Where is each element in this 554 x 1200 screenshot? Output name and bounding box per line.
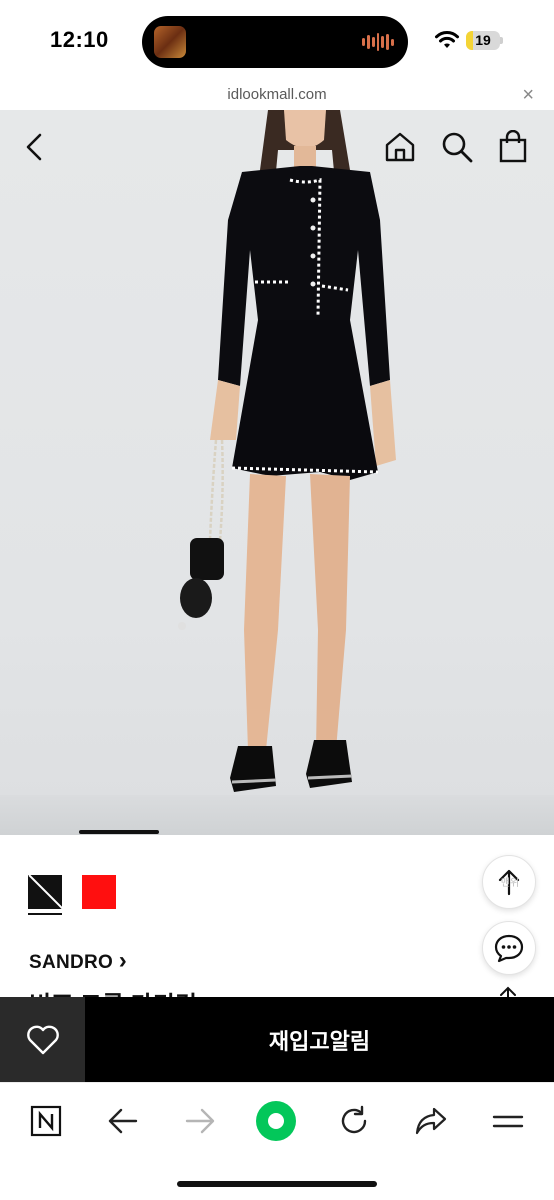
share-button[interactable] [409,1099,453,1143]
heart-icon [26,1025,59,1054]
status-bar: 12:10 19 [0,0,554,82]
naver-home-button[interactable] [254,1099,298,1143]
naver-n-icon [30,1105,62,1137]
back-arrow-icon [108,1108,138,1134]
audio-waveform-icon [362,33,395,51]
restock-alert-button[interactable]: 재입고알림 [85,997,554,1082]
color-swatch-black[interactable] [28,875,62,909]
model-photo [178,110,396,792]
wishlist-button[interactable] [0,997,85,1082]
battery-cap [500,37,503,44]
purchase-action-bar: 재입고알림 [0,997,554,1082]
status-time: 12:10 [50,27,109,52]
chat-button[interactable] [482,921,536,975]
home-indicator [177,1181,377,1187]
brand-link[interactable]: SANDRO › [29,949,127,974]
chevron-right-icon: › [118,947,128,974]
home-icon[interactable] [383,130,417,164]
reload-icon [341,1105,367,1134]
menu-button[interactable] [486,1099,530,1143]
browser-forward-button[interactable] [178,1099,222,1143]
battery-percent: 19 [475,32,491,48]
green-dot-home-icon [256,1101,296,1141]
wifi-icon [435,31,459,48]
product-info: SANDRO › 비조 크롭 가디건 맨위 [0,835,554,1000]
battery-indicator: 19 [466,31,500,50]
image-pager-indicator [79,830,159,834]
now-playing-artwork [154,26,186,58]
reload-button[interactable] [332,1099,376,1143]
share-icon [415,1107,447,1135]
color-swatch-red[interactable] [82,875,116,909]
naver-n-button[interactable] [24,1099,68,1143]
forward-arrow-icon [185,1108,215,1134]
shopping-bag-icon[interactable] [496,130,530,164]
url-bar[interactable]: idlookmall.com × [0,82,554,110]
product-image[interactable] [0,110,554,835]
scroll-to-top-button[interactable]: 맨위 [482,855,536,909]
selected-swatch-underline [28,913,62,915]
menu-icon [492,1115,524,1128]
brand-name: SANDRO [29,952,114,973]
browser-toolbar [0,1082,554,1200]
scroll-to-top-label: 맨위 [500,878,520,889]
url-text: idlookmall.com [227,86,327,103]
search-icon[interactable] [440,130,474,164]
dynamic-island[interactable] [142,16,408,68]
back-icon[interactable] [18,130,52,164]
browser-back-button[interactable] [101,1099,145,1143]
chat-bubble-icon [494,934,524,963]
close-icon[interactable]: × [522,84,534,106]
